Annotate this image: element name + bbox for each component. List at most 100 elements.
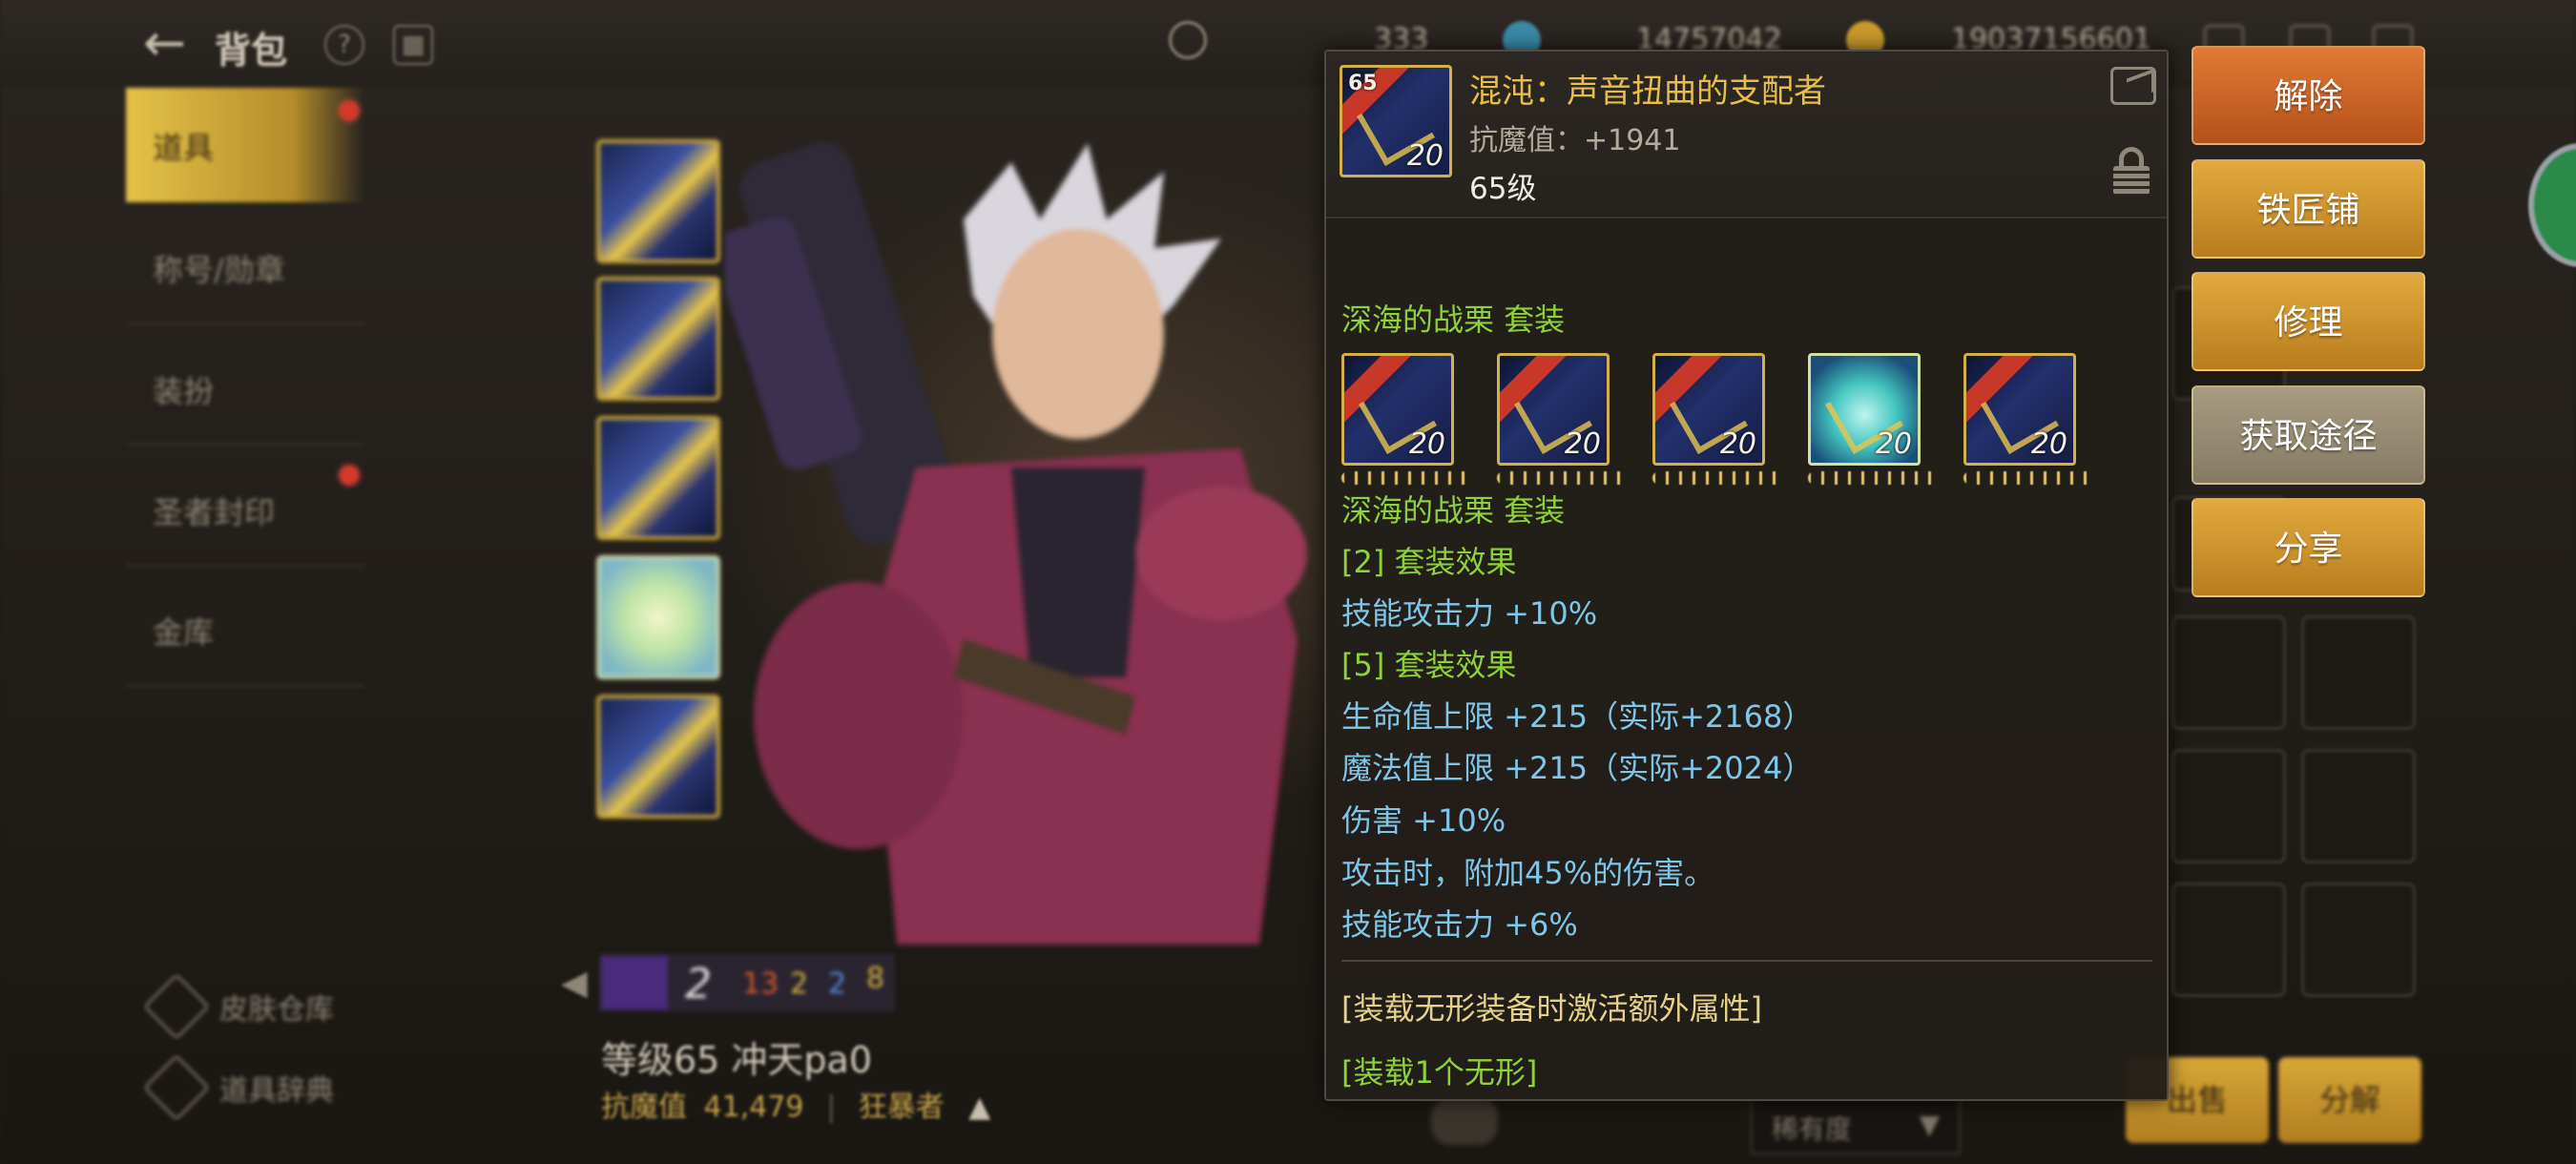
equipment-slot[interactable] <box>596 555 720 679</box>
set-item-icon[interactable]: 20 <box>1652 353 1765 466</box>
set-item-level: 20 <box>1564 427 1601 461</box>
character-name: 等级65 冲天pa0 <box>601 1039 873 1081</box>
set-item-icon[interactable]: 20 <box>1497 353 1610 466</box>
set-effect-title: [2] 套装效果 <box>1341 544 1517 580</box>
sparkle-effect <box>1808 471 1937 485</box>
item-icon-level: 20 <box>1406 139 1444 173</box>
sidebar-item-label: 金库 <box>153 614 215 651</box>
stat-value: 2 <box>685 960 712 1008</box>
skin-warehouse-label: 皮肤仓库 <box>219 993 334 1027</box>
set-item-level: 20 <box>1875 427 1912 461</box>
set-effect-line: 攻击时，附加45%的伤害。 <box>1341 855 1715 891</box>
chevron-down-icon: ▼ <box>1919 1109 1940 1140</box>
rarity-label: 稀有度 <box>1772 1113 1853 1145</box>
sidebar-item-label: 道具 <box>153 130 215 166</box>
blacksmith-label: 铁匠铺 <box>2256 191 2360 230</box>
stat-value: 2 <box>790 967 809 1001</box>
repair-label: 修理 <box>2274 303 2343 343</box>
repair-button[interactable]: 修理 <box>2192 272 2425 371</box>
share-icon[interactable] <box>2110 67 2156 105</box>
item-stat: 抗魔值：+1941 <box>1469 124 1681 157</box>
equipment-slot[interactable] <box>596 416 720 540</box>
equipment-slot[interactable] <box>596 139 720 263</box>
prev-character-arrow[interactable]: ◀ <box>561 964 588 1003</box>
item-dictionary-icon <box>142 1053 211 1122</box>
back-arrow-icon[interactable]: ← <box>143 17 200 69</box>
release-label: 解除 <box>2274 77 2343 116</box>
set-effect-line: 魔法值上限 +215（实际+2024） <box>1341 750 1814 786</box>
item-dictionary-label: 道具辞典 <box>219 1074 334 1108</box>
set-item-level: 20 <box>1719 427 1756 461</box>
power-label: 抗魔值 <box>601 1091 687 1124</box>
item-tooltip: 65 20 混沌：声音扭曲的支配者 抗魔值：+1941 65级 深海的战栗 套装… <box>1324 50 2169 1101</box>
sidebar-item-label: 圣者封印 <box>153 494 276 530</box>
inventory-cell[interactable] <box>2301 615 2416 730</box>
stat-value: 8 <box>866 962 885 995</box>
item-dictionary-button[interactable]: 道具辞典 <box>142 1053 334 1122</box>
expand-up-icon[interactable]: ▲ <box>968 1091 990 1124</box>
item-name: 混沌：声音扭曲的支配者 <box>1469 73 1826 111</box>
character-avatar <box>601 956 668 1009</box>
set-effect-line: 技能攻击力 +6% <box>1341 906 1578 943</box>
notification-dot <box>340 466 359 485</box>
share-button[interactable]: 分享 <box>2192 498 2425 597</box>
disassemble-label: 分解 <box>2318 1082 2380 1118</box>
set-effect-line: 生命值上限 +215（实际+2168） <box>1341 698 1814 735</box>
character-class: 狂暴者 <box>858 1091 945 1124</box>
skin-warehouse-button[interactable]: 皮肤仓库 <box>142 972 334 1041</box>
moon-coin-icon <box>1169 21 1207 59</box>
set-item-icon[interactable]: 20 <box>1808 353 1921 466</box>
share-label: 分享 <box>2274 530 2343 569</box>
sidebar-item-costume[interactable]: 装扮 <box>126 331 364 446</box>
calendar-icon[interactable]: ▦ <box>393 25 433 65</box>
sidebar-item-titles[interactable]: 称号/勋章 <box>126 210 364 324</box>
skin-warehouse-icon <box>142 972 211 1041</box>
filter-icon[interactable] <box>1431 1097 1498 1145</box>
inventory-cell[interactable] <box>2171 749 2286 863</box>
page-title: 背包 <box>215 30 288 72</box>
sparkle-effect <box>1652 471 1781 485</box>
obtain-route-label: 获取途径 <box>2239 417 2378 456</box>
inventory-cell[interactable] <box>2301 883 2416 997</box>
set-item-level: 20 <box>1408 427 1445 461</box>
sparkle-effect <box>1497 471 1626 485</box>
stat-value: 2 <box>828 967 847 1001</box>
sidebar-item-vault[interactable]: 金库 <box>126 572 364 687</box>
lock-icon[interactable] <box>2113 147 2151 195</box>
sparkle-effect <box>1963 471 2092 485</box>
set-name: 深海的战栗 套装 <box>1341 301 1566 338</box>
character-portrait <box>725 142 1307 945</box>
obtain-route-button[interactable]: 获取途径 <box>2192 385 2425 485</box>
character-power: 抗魔值 41,479 | 狂暴者 ▲ <box>601 1091 991 1124</box>
set-effect-title: [5] 套装效果 <box>1341 647 1517 683</box>
sparkle-effect <box>1341 471 1470 485</box>
bonus-note: [装载无形装备时激活额外属性] <box>1341 990 1762 1027</box>
disassemble-button[interactable]: 分解 <box>2278 1057 2421 1143</box>
set-effect-line: 技能攻击力 +10% <box>1341 595 1598 632</box>
bonus-requirement: [装载1个无形] <box>1341 1054 1538 1091</box>
inventory-cell[interactable] <box>2301 749 2416 863</box>
item-icon-tag: 65 <box>1348 72 1378 95</box>
power-value: 41,479 <box>703 1091 804 1124</box>
rarity-dropdown[interactable]: 稀有度 ▼ <box>1751 1095 1961 1154</box>
stat-value: 13 <box>742 967 779 1001</box>
set-item-level: 20 <box>2030 427 2067 461</box>
equipment-slot[interactable] <box>596 695 720 819</box>
divider <box>1341 960 2152 962</box>
set-item-icon[interactable]: 20 <box>1963 353 2076 466</box>
notification-dot <box>340 101 359 120</box>
inventory-cell[interactable] <box>2171 615 2286 730</box>
sidebar-item-label: 装扮 <box>153 373 215 409</box>
sidebar-item-items[interactable]: 道具 <box>126 88 364 202</box>
set-item-icon[interactable]: 20 <box>1341 353 1454 466</box>
sell-label: 出售 <box>2166 1082 2228 1118</box>
item-icon: 65 20 <box>1340 65 1452 177</box>
set-name: 深海的战栗 套装 <box>1341 492 1566 529</box>
release-button[interactable]: 解除 <box>2192 46 2425 145</box>
help-icon[interactable]: ? <box>324 25 364 65</box>
sidebar-item-label: 称号/勋章 <box>153 252 285 288</box>
blacksmith-button[interactable]: 铁匠铺 <box>2192 159 2425 259</box>
sidebar-item-seal[interactable]: 圣者封印 <box>126 452 364 567</box>
equipment-slot[interactable] <box>596 277 720 401</box>
inventory-cell[interactable] <box>2171 883 2286 997</box>
